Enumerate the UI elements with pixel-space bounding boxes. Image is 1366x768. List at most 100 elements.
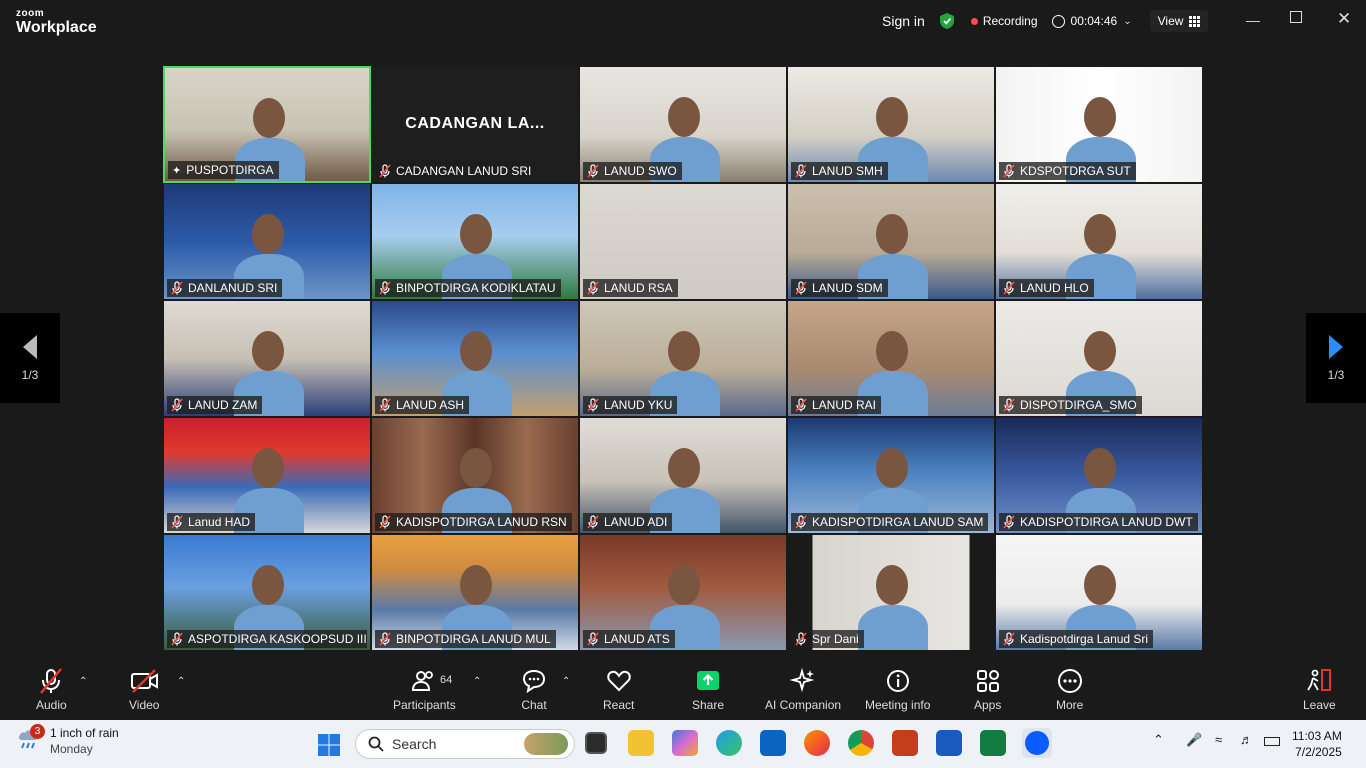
participant-tile[interactable]: DISPOTDIRGA_SMO <box>995 300 1203 417</box>
view-button[interactable]: View <box>1149 10 1209 32</box>
edge-icon[interactable] <box>716 730 742 756</box>
video-gallery: ✦ PUSPOTDIRGA CADANGAN LA... CADANGAN LANUD… <box>163 66 1203 651</box>
participant-tile[interactable]: LANUD YKU <box>579 300 787 417</box>
participants-caret-icon[interactable]: ⌃ <box>473 676 481 687</box>
file-explorer-icon[interactable] <box>628 730 654 756</box>
battery-icon[interactable] <box>1264 737 1280 746</box>
close-icon[interactable]: ✕ <box>1337 9 1351 29</box>
heart-icon <box>606 670 631 692</box>
participant-name-tag: DISPOTDIRGA_SMO <box>999 396 1142 414</box>
arrow-right-icon <box>1329 335 1343 359</box>
excel-icon[interactable] <box>980 730 1006 756</box>
logo-bottom: Workplace <box>16 19 97 36</box>
recording-label[interactable]: Recording <box>983 14 1038 28</box>
volume-icon[interactable]: ♬ <box>1240 732 1253 747</box>
participant-tile[interactable]: CADANGAN LA... CADANGAN LANUD SRI <box>371 66 579 183</box>
participant-tile[interactable]: LANUD ATS <box>579 534 787 651</box>
participant-tile[interactable]: KADISPOTDIRGA LANUD RSN <box>371 417 579 534</box>
task-view-icon[interactable] <box>585 732 607 754</box>
participant-tile[interactable]: LANUD ADI <box>579 417 787 534</box>
security-shield-icon[interactable] <box>939 12 955 30</box>
timer-chevron-icon[interactable]: ⌄ <box>1123 16 1131 27</box>
chat-caret-icon[interactable]: ⌃ <box>562 676 570 687</box>
minimize-icon[interactable]: — <box>1246 12 1260 28</box>
video-button[interactable]: Video <box>129 668 159 712</box>
participant-tile[interactable]: Spr Dani <box>787 534 995 651</box>
participant-name: LANUD RSA <box>604 281 673 295</box>
copilot-icon[interactable] <box>672 730 698 756</box>
participant-tile[interactable]: BINPOTDIRGA KODIKLATAU <box>371 183 579 300</box>
participant-tile[interactable]: Kadispotdirga Lanud Sri <box>995 534 1203 651</box>
view-label: View <box>1157 14 1184 28</box>
powerpoint-icon[interactable] <box>892 730 918 756</box>
firefox-icon[interactable] <box>804 730 830 756</box>
participant-name-tag: CADANGAN LANUD SRI <box>375 162 537 180</box>
wifi-icon[interactable]: ≈ <box>1215 732 1222 747</box>
leave-button[interactable]: Leave <box>1303 668 1336 712</box>
outlook-icon[interactable] <box>760 730 786 756</box>
participant-tile[interactable]: BINPOTDIRGA LANUD MUL <box>371 534 579 651</box>
ai-companion-button[interactable]: AI Companion <box>765 668 841 712</box>
taskbar-search[interactable]: Search <box>355 729 575 759</box>
apps-button[interactable]: Apps <box>974 668 1001 712</box>
search-placeholder: Search <box>392 736 437 752</box>
meeting-toolbar: Audio ⌃ Video ⌃ Participants 64 ⌃ Chat ⌃… <box>0 658 1366 720</box>
video-options-caret-icon[interactable]: ⌃ <box>177 676 185 687</box>
participant-name: LANUD SMH <box>812 164 883 178</box>
share-label: Share <box>692 698 725 712</box>
chat-button[interactable]: Chat <box>521 668 547 712</box>
participant-tile[interactable]: KDSPOTDRGA SUT <box>995 66 1203 183</box>
share-button[interactable]: Share <box>692 668 724 712</box>
participant-tile[interactable]: LANUD ZAM <box>163 300 371 417</box>
participant-name-tag: KADISPOTDIRGA LANUD RSN <box>375 513 572 531</box>
microphone-tray-icon[interactable]: 🎤 <box>1186 732 1202 748</box>
participant-tile[interactable]: ASPOTDIRGA KASKOOPSUD III... <box>163 534 371 651</box>
participant-tile[interactable]: LANUD SWO <box>579 66 787 183</box>
system-clock[interactable]: 11:03 AM 7/2/2025 <box>1292 728 1342 760</box>
more-button[interactable]: More <box>1056 668 1083 712</box>
tray-chevron-icon[interactable]: ⌃ <box>1153 732 1164 748</box>
sign-in-button[interactable]: Sign in <box>868 13 939 29</box>
participant-tile[interactable]: LANUD HLO <box>995 183 1203 300</box>
person-head <box>1084 565 1116 605</box>
audio-button[interactable]: Audio <box>36 668 67 712</box>
participant-tile[interactable]: LANUD RAI <box>787 300 995 417</box>
mic-muted-icon <box>1003 515 1015 529</box>
participant-tile[interactable]: LANUD ASH <box>371 300 579 417</box>
next-page-button[interactable]: 1/3 <box>1306 313 1366 403</box>
participant-tile[interactable]: LANUD SMH <box>787 66 995 183</box>
windows-start-icon[interactable] <box>317 733 341 757</box>
react-button[interactable]: React <box>603 668 634 712</box>
more-icon <box>1057 669 1082 693</box>
chrome-icon[interactable] <box>848 730 874 756</box>
participant-tile[interactable]: LANUD RSA <box>579 183 787 300</box>
mic-muted-icon <box>40 668 63 694</box>
restore-icon[interactable] <box>1290 11 1302 23</box>
prev-page-button[interactable]: 1/3 <box>0 313 60 403</box>
weather-widget[interactable]: 3 1 inch of rain Monday <box>16 724 119 756</box>
mic-muted-icon <box>587 164 599 178</box>
participant-tile[interactable]: ✦ PUSPOTDIRGA <box>163 66 371 183</box>
participant-tile[interactable]: KADISPOTDIRGA LANUD SAM <box>787 417 995 534</box>
person-head <box>876 97 908 137</box>
participant-tile[interactable]: DANLANUD SRI <box>163 183 371 300</box>
pin-icon: ✦ <box>172 164 182 177</box>
meeting-info-button[interactable]: Meeting info <box>865 668 930 712</box>
zoom-app-icon[interactable] <box>1022 728 1052 758</box>
leave-icon <box>1307 669 1332 691</box>
meeting-info-label: Meeting info <box>865 698 931 712</box>
audio-options-caret-icon[interactable]: ⌃ <box>79 676 87 687</box>
person-head <box>1084 97 1116 137</box>
info-icon <box>886 670 909 692</box>
weather-line2: Monday <box>50 742 93 756</box>
word-icon[interactable] <box>936 730 962 756</box>
participant-tile[interactable]: LANUD SDM <box>787 183 995 300</box>
mic-muted-icon <box>587 515 599 529</box>
participant-tile[interactable]: KADISPOTDIRGA LANUD DWT <box>995 417 1203 534</box>
participant-name: DANLANUD SRI <box>188 281 278 295</box>
participant-tile[interactable]: Lanud HAD <box>163 417 371 534</box>
participant-name: LANUD YKU <box>604 398 673 412</box>
mic-muted-icon <box>1003 164 1015 178</box>
chat-label: Chat <box>521 698 547 712</box>
participant-name: Lanud HAD <box>188 515 251 529</box>
